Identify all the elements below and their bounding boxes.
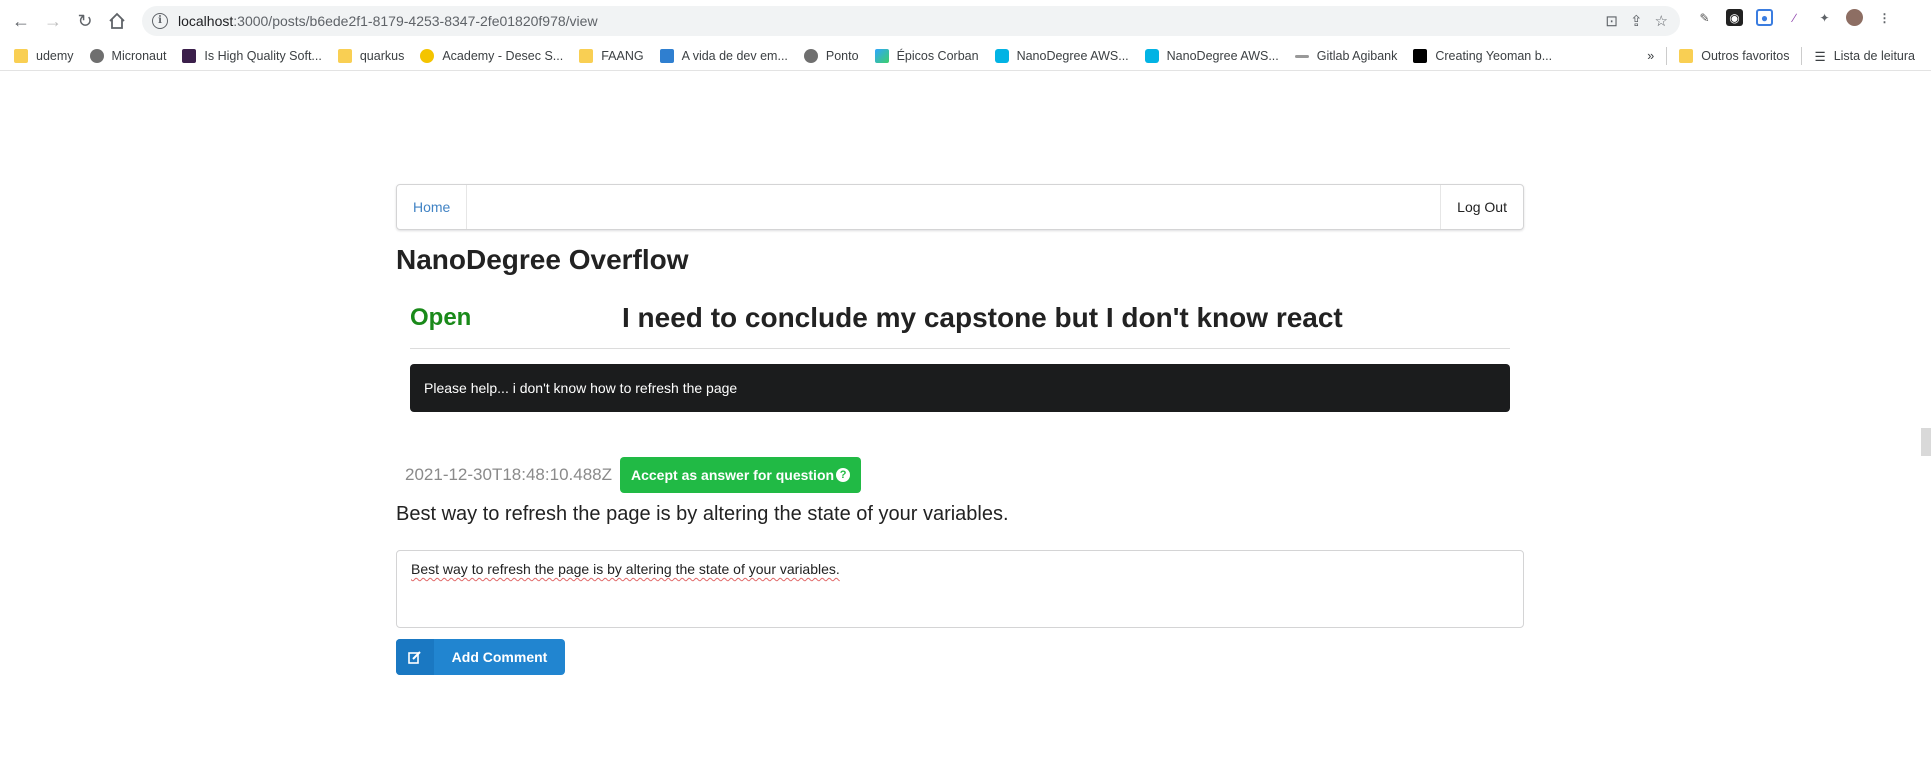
bookmark-item[interactable]: Creating Yeoman b...	[1413, 49, 1552, 63]
logout-link[interactable]: Log Out	[1440, 185, 1523, 229]
folder-icon	[337, 49, 352, 63]
bookmark-item[interactable]: Épicos Corban	[874, 49, 979, 63]
bookmark-item[interactable]: NanoDegree AWS...	[994, 49, 1129, 63]
browser-toolbar: ← → ↻ i localhost:3000/posts/b6ede2f1-81…	[0, 0, 1931, 42]
bookmarks-bar: udemy Micronaut Is High Quality Soft... qua…	[0, 42, 1931, 70]
folder-icon	[579, 49, 594, 63]
bookmark-label: udemy	[36, 49, 74, 63]
divider	[1801, 47, 1803, 65]
url-text: localhost:3000/posts/b6ede2f1-8179-4253-…	[178, 13, 598, 29]
globe-icon	[803, 49, 818, 63]
accept-answer-button[interactable]: Accept as answer for question ?	[620, 457, 862, 493]
edit-icon	[396, 639, 434, 675]
eyedropper-extension-icon[interactable]: ✎	[1696, 9, 1713, 26]
bookmark-item[interactable]: Micronaut	[89, 49, 167, 63]
comment-input-value: Best way to refresh the page is by alter…	[411, 561, 840, 577]
dev-icon	[1413, 49, 1428, 63]
bookmark-label: Micronaut	[111, 49, 167, 63]
question-circle-icon: ?	[836, 468, 851, 482]
browser-chrome: ← → ↻ i localhost:3000/posts/b6ede2f1-81…	[0, 0, 1931, 71]
site-info-icon[interactable]: i	[152, 13, 168, 29]
address-bar[interactable]: i localhost:3000/posts/b6ede2f1-8179-425…	[142, 6, 1680, 36]
bookmark-label: NanoDegree AWS...	[1016, 49, 1129, 63]
add-comment-label: Add Comment	[451, 649, 548, 665]
browser-menu-icon[interactable]: ⋮	[1876, 9, 1893, 26]
bookmark-item[interactable]: FAANG	[579, 49, 644, 63]
top-menu: Home Log Out	[396, 184, 1524, 230]
bookmark-item[interactable]: Academy - Desec S...	[420, 49, 563, 63]
udacity-icon	[994, 49, 1009, 63]
scrollbar-thumb[interactable]	[1921, 428, 1931, 456]
page-container: Home Log Out NanoDegree Overflow Open I …	[396, 184, 1524, 675]
bookmark-label: Creating Yeoman b...	[1435, 49, 1553, 63]
globe-icon	[89, 49, 104, 63]
bookmark-label: quarkus	[359, 49, 405, 63]
answer-meta: 2021-12-30T18:48:10.488Z Accept as answe…	[405, 457, 1524, 493]
bookmark-label: A vida de dev em...	[681, 49, 788, 63]
add-comment-button[interactable]: Add Comment	[396, 639, 565, 675]
bookmark-item[interactable]: Ponto	[803, 49, 859, 63]
more-bookmarks-button[interactable]: »	[1647, 49, 1654, 63]
answer-timestamp: 2021-12-30T18:48:10.488Z	[405, 465, 612, 484]
bookmark-label: Academy - Desec S...	[442, 49, 564, 63]
bookmark-item[interactable]: udemy	[14, 49, 74, 63]
screenshot-extension-icon[interactable]: ◉	[1726, 9, 1743, 26]
question-body: Please help... i don't know how to refre…	[410, 364, 1510, 412]
reading-list-button[interactable]: ☰ Lista de leitura	[1814, 49, 1915, 64]
bookmark-label: Épicos Corban	[896, 49, 979, 63]
profile-avatar[interactable]	[1846, 9, 1863, 26]
screen-recorder-extension-icon[interactable]: ●	[1756, 9, 1773, 26]
reload-icon[interactable]: ↻	[72, 8, 98, 34]
home-link[interactable]: Home	[397, 185, 468, 229]
bookmark-label: Gitlab Agibank	[1316, 49, 1398, 63]
bookmark-star-icon[interactable]: ☆	[1655, 12, 1668, 30]
bookmark-label: Ponto	[825, 49, 859, 63]
extensions-puzzle-icon[interactable]: ✦	[1816, 9, 1833, 26]
other-favorites-folder[interactable]: Outros favoritos	[1679, 49, 1789, 63]
folder-icon	[14, 49, 28, 63]
bookmark-label: Is High Quality Soft...	[204, 49, 322, 63]
gitlab-icon	[1294, 54, 1309, 58]
question-status-badge: Open	[410, 304, 472, 331]
corban-icon	[874, 49, 889, 63]
forward-arrow-icon[interactable]: →	[40, 8, 66, 34]
site-title: NanoDegree Overflow	[396, 244, 689, 275]
gf-icon	[659, 49, 674, 63]
bookmark-item[interactable]: quarkus	[337, 49, 405, 63]
question-title: I need to conclude my capstone but I don…	[622, 302, 1343, 333]
pen-extension-icon[interactable]: ∕	[1786, 9, 1803, 26]
bookmark-item[interactable]: NanoDegree AWS...	[1144, 49, 1279, 63]
fowler-icon	[182, 49, 197, 63]
bookmark-label: NanoDegree AWS...	[1166, 49, 1279, 63]
bookmark-item[interactable]: Is High Quality Soft...	[182, 49, 322, 63]
back-arrow-icon[interactable]: ←	[8, 8, 34, 34]
divider	[1666, 47, 1668, 65]
desec-icon	[420, 49, 435, 63]
folder-icon	[1679, 49, 1694, 63]
bookmark-item[interactable]: Gitlab Agibank	[1294, 49, 1398, 63]
bookmark-item[interactable]: A vida de dev em...	[659, 49, 788, 63]
udacity-icon	[1144, 49, 1159, 63]
translate-icon[interactable]: ⊡	[1605, 12, 1618, 30]
home-icon[interactable]	[104, 8, 130, 34]
question-header: Open I need to conclude my capstone but …	[410, 302, 1510, 349]
share-icon[interactable]: ⇪	[1630, 12, 1643, 30]
bookmark-label: FAANG	[601, 49, 644, 63]
answer-text: Best way to refresh the page is by alter…	[396, 503, 1009, 525]
reading-list-icon: ☰	[1814, 49, 1826, 64]
comment-textarea[interactable]: Best way to refresh the page is by alter…	[396, 550, 1524, 628]
accept-answer-label: Accept as answer for question	[631, 467, 835, 483]
